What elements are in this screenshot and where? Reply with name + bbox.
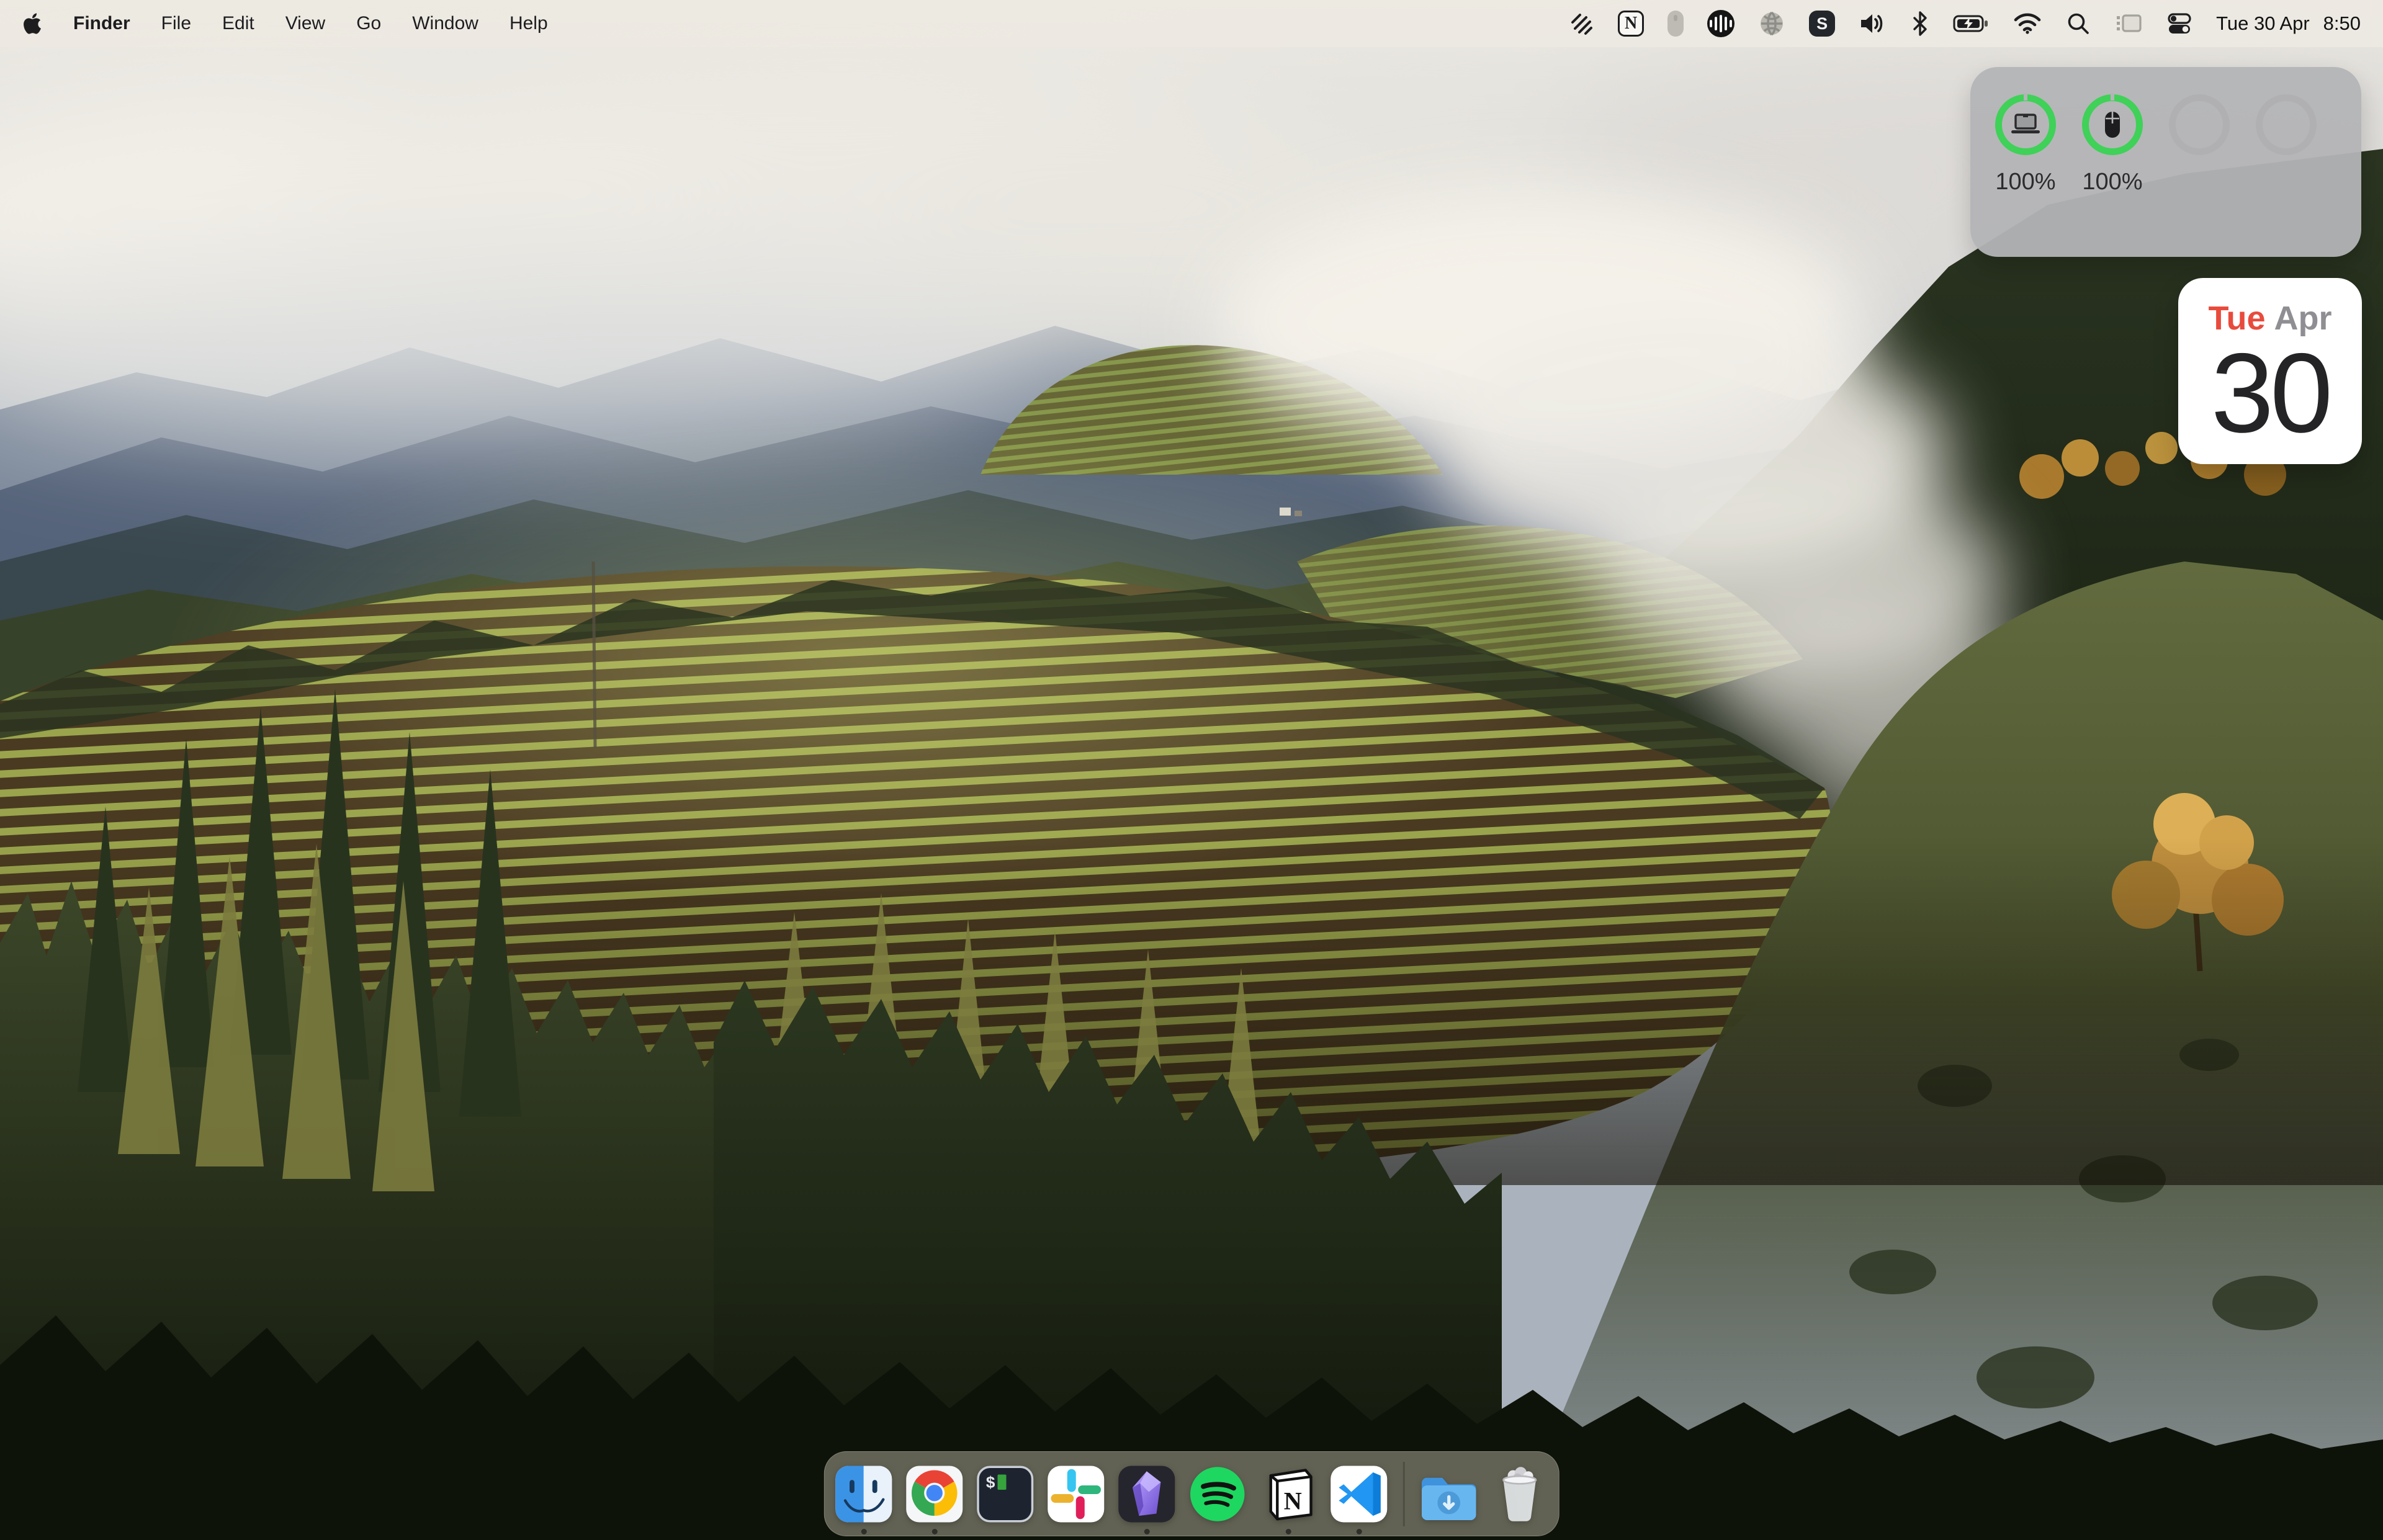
display-inactive-icon[interactable] [2114,9,2143,38]
calendar-widget[interactable]: Tue Apr 30 [2178,278,2362,464]
dock: $ [824,1451,1559,1536]
dock-trash-full-icon[interactable] [1489,1464,1550,1524]
mouse-inactive-icon[interactable] [1667,11,1684,37]
battery-ring-empty-1 [2163,94,2236,195]
svg-text:$: $ [985,1474,995,1492]
menu-window[interactable]: Window [412,13,478,34]
dock-vscode-icon[interactable] [1329,1464,1389,1524]
battery-rings-row: 100% 100% [1989,94,2361,195]
desktop: Finder File Edit View Go Window Help N [0,0,2383,1540]
calendar-day-number: 30 [2211,336,2329,449]
waveform-icon[interactable] [1707,10,1735,37]
notion-running-dot [1285,1529,1291,1534]
striped-logo-icon[interactable] [1567,9,1594,38]
dock-downloads-folder-icon[interactable] [1418,1464,1479,1524]
battery-ring-empty-2 [2250,94,2323,195]
laptop-battery-percent: 100% [1995,169,2055,195]
battery-ring-mouse: 100% [2076,94,2149,195]
wifi-icon[interactable] [2013,9,2042,38]
menu-finder[interactable]: Finder [73,13,130,34]
dock-separator [1403,1462,1405,1526]
clock-time: 8:50 [2323,12,2361,35]
globe-icon[interactable] [1758,9,1785,38]
mouse-battery-percent: 100% [2082,169,2142,195]
mouse-icon [2102,110,2123,140]
dock-finder-icon[interactable] [833,1464,894,1524]
batteries-widget[interactable]: 100% 100% [1970,67,2361,257]
obsidian-running-dot [1144,1529,1149,1534]
apple-menu-icon[interactable] [22,9,42,38]
menu-file[interactable]: File [161,13,191,34]
battery-ring-laptop: 100% [1989,94,2062,195]
finder-running-dot [861,1529,866,1534]
notion-menubar-icon[interactable]: N [1618,11,1644,37]
battery-charging-icon[interactable] [1953,9,1989,38]
vscode-running-dot [1356,1529,1362,1534]
menu-edit[interactable]: Edit [222,13,254,34]
menu-bar: Finder File Edit View Go Window Help N [0,0,2383,47]
bluetooth-icon[interactable] [1911,9,1929,38]
dock-spotify-icon[interactable] [1187,1464,1248,1524]
svg-text:N: N [1284,1487,1302,1515]
shottr-icon[interactable]: S [1809,11,1835,37]
chrome-running-dot [931,1529,937,1534]
laptop-icon [2009,112,2042,137]
dock-chrome-icon[interactable] [904,1464,965,1524]
dock-terminal-icon[interactable]: $ [975,1464,1036,1524]
control-center-icon[interactable] [2166,9,2192,38]
dock-slack-icon[interactable] [1046,1464,1106,1524]
spotlight-search-icon[interactable] [2066,9,2091,38]
dock-obsidian-icon[interactable] [1116,1464,1177,1524]
dock-notion-icon[interactable]: N [1258,1464,1319,1524]
clock-date: Tue 30 Apr [2216,12,2310,35]
menubar-clock[interactable]: Tue 30 Apr 8:50 [2216,12,2361,35]
menu-go[interactable]: Go [356,13,381,34]
menu-view[interactable]: View [285,13,325,34]
menu-help[interactable]: Help [509,13,548,34]
volume-icon[interactable] [1859,9,1887,38]
